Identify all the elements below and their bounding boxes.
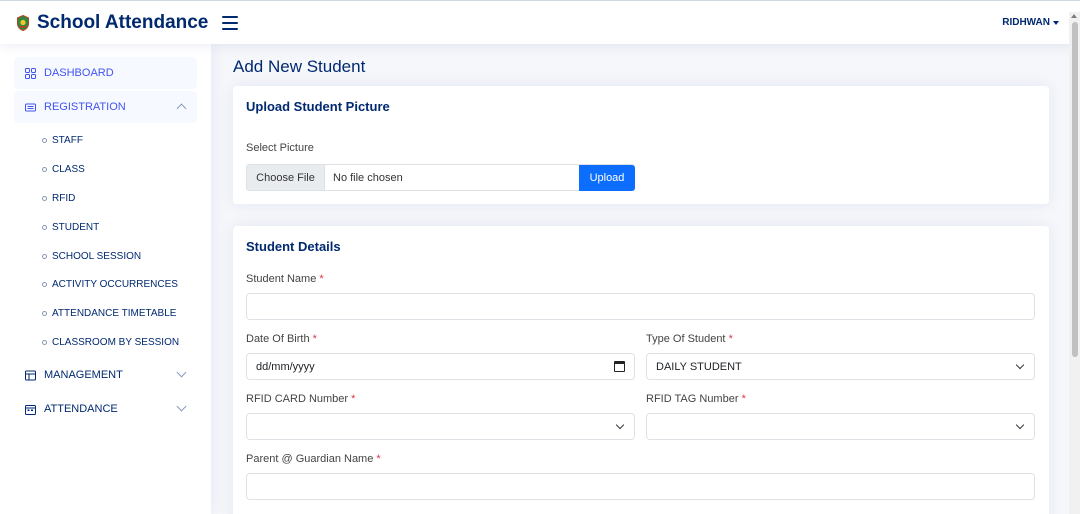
sidebar-subitem-label: ATTENDANCE TIMETABLE (52, 308, 177, 319)
circle-icon (42, 167, 47, 172)
upload-picture-card: Upload Student Picture Select Picture Ch… (233, 86, 1049, 204)
circle-icon (42, 225, 47, 230)
field-label-text: RFID TAG Number (646, 393, 739, 405)
sidebar-item-management[interactable]: MANAGEMENT (14, 359, 197, 391)
required-marker: * (728, 333, 733, 345)
guardian-name-label: Parent @ Guardian Name * (246, 453, 381, 465)
chevron-down-icon (615, 420, 625, 430)
chevron-down-icon (1015, 420, 1025, 430)
sidebar-item-dashboard[interactable]: DASHBOARD (14, 57, 197, 89)
student-name-input[interactable] (246, 293, 1035, 320)
rfid-tag-label: RFID TAG Number * (646, 393, 746, 405)
chevron-down-icon (176, 401, 187, 412)
choose-file-button[interactable]: Choose File (247, 165, 325, 190)
guardian-name-input[interactable] (246, 473, 1035, 500)
required-marker: * (376, 453, 381, 465)
required-marker: * (351, 393, 356, 405)
chevron-down-icon (1015, 360, 1025, 370)
student-name-label: Student Name * (246, 273, 324, 285)
field-label-text: Type Of Student (646, 333, 726, 345)
sidebar-subitem-school-session[interactable]: SCHOOL SESSION (42, 251, 141, 262)
app-title: School Attendance (37, 11, 209, 33)
sidebar-subitem-class[interactable]: CLASS (42, 164, 85, 175)
student-details-card: Student Details Student Name * Date Of B… (233, 226, 1049, 514)
sidebar-subitem-label: CLASS (52, 164, 85, 175)
required-marker: * (741, 393, 746, 405)
hamburger-menu-icon[interactable] (222, 15, 238, 30)
sidebar-item-label: MANAGEMENT (44, 369, 123, 381)
circle-icon (42, 138, 47, 143)
sidebar-item-registration[interactable]: REGISTRATION (14, 91, 197, 123)
sidebar-subitem-label: STUDENT (52, 222, 100, 233)
rfid-card-select[interactable] (246, 413, 635, 440)
sidebar-subitem-student[interactable]: STUDENT (42, 222, 99, 233)
calendar-picker-icon[interactable] (614, 361, 625, 372)
dob-label: Date Of Birth * (246, 333, 317, 345)
field-label-text: Student Name (246, 273, 317, 285)
scrollbar-thumb[interactable] (1072, 22, 1078, 357)
brand-logo[interactable]: School Attendance (16, 12, 212, 34)
file-input[interactable]: Choose File No file chosen (246, 164, 635, 191)
circle-icon (42, 311, 47, 316)
required-marker: * (312, 333, 317, 345)
circle-icon (42, 340, 47, 345)
sidebar: DASHBOARD REGISTRATION STAFF CLASS RFID … (0, 44, 211, 514)
sidebar-item-label: ATTENDANCE (44, 403, 118, 415)
selected-value: DAILY STUDENT (656, 360, 742, 373)
sidebar-subitem-staff[interactable]: STAFF (42, 135, 83, 146)
rfid-card-label: RFID CARD Number * (246, 393, 355, 405)
circle-icon (42, 254, 47, 259)
circle-icon (42, 282, 47, 287)
calendar-icon (25, 404, 36, 415)
sidebar-subitem-attendance-timetable[interactable]: ATTENDANCE TIMETABLE (42, 308, 176, 319)
upload-button[interactable]: Upload (579, 165, 635, 191)
required-marker: * (319, 273, 324, 285)
sidebar-item-label: REGISTRATION (44, 101, 126, 113)
sidebar-subitem-rfid[interactable]: RFID (42, 193, 75, 204)
layout-icon (25, 370, 36, 380)
sidebar-subitem-activity-occurrences[interactable]: ACTIVITY OCCURRENCES (42, 279, 178, 290)
chevron-up-icon (176, 103, 187, 114)
dob-date-input[interactable]: dd/mm/yyyy (246, 353, 635, 380)
id-card-icon (25, 103, 36, 111)
date-placeholder: dd/mm/yyyy (256, 360, 315, 373)
sidebar-item-attendance[interactable]: ATTENDANCE (14, 393, 197, 425)
page-title: Add New Student (233, 57, 366, 76)
caret-down-icon (1053, 20, 1059, 25)
user-name: RIDHWAN (1002, 17, 1050, 28)
field-label-text: RFID CARD Number (246, 393, 349, 405)
school-crest-icon (17, 14, 29, 31)
sidebar-subitem-label: RFID (52, 193, 76, 204)
rfid-tag-select[interactable] (646, 413, 1035, 440)
sidebar-subitem-classroom-by-session[interactable]: CLASSROOM BY SESSION (42, 337, 179, 348)
type-of-student-label: Type Of Student * (646, 333, 733, 345)
grid-icon (25, 67, 36, 79)
card-title: Upload Student Picture (246, 99, 390, 114)
top-header: School Attendance RIDHWAN (0, 0, 1080, 44)
sidebar-subitem-label: CLASSROOM BY SESSION (52, 337, 180, 348)
scroll-up-arrow-icon[interactable] (1071, 14, 1077, 18)
type-of-student-select[interactable]: DAILY STUDENT (646, 353, 1035, 380)
field-label-text: Date Of Birth (246, 333, 310, 345)
sidebar-item-label: DASHBOARD (44, 67, 114, 79)
chevron-down-icon (176, 367, 187, 378)
sidebar-subitem-label: SCHOOL SESSION (52, 251, 142, 262)
sidebar-subitem-label: ACTIVITY OCCURRENCES (52, 279, 178, 290)
sidebar-subitem-label: STAFF (52, 135, 83, 146)
user-profile-dropdown[interactable]: RIDHWAN (1002, 17, 1059, 28)
circle-icon (42, 196, 47, 201)
field-label-text: Parent @ Guardian Name (246, 453, 374, 465)
card-title: Student Details (246, 239, 341, 254)
page-scrollbar[interactable] (1069, 12, 1080, 514)
select-picture-label: Select Picture (246, 142, 314, 154)
